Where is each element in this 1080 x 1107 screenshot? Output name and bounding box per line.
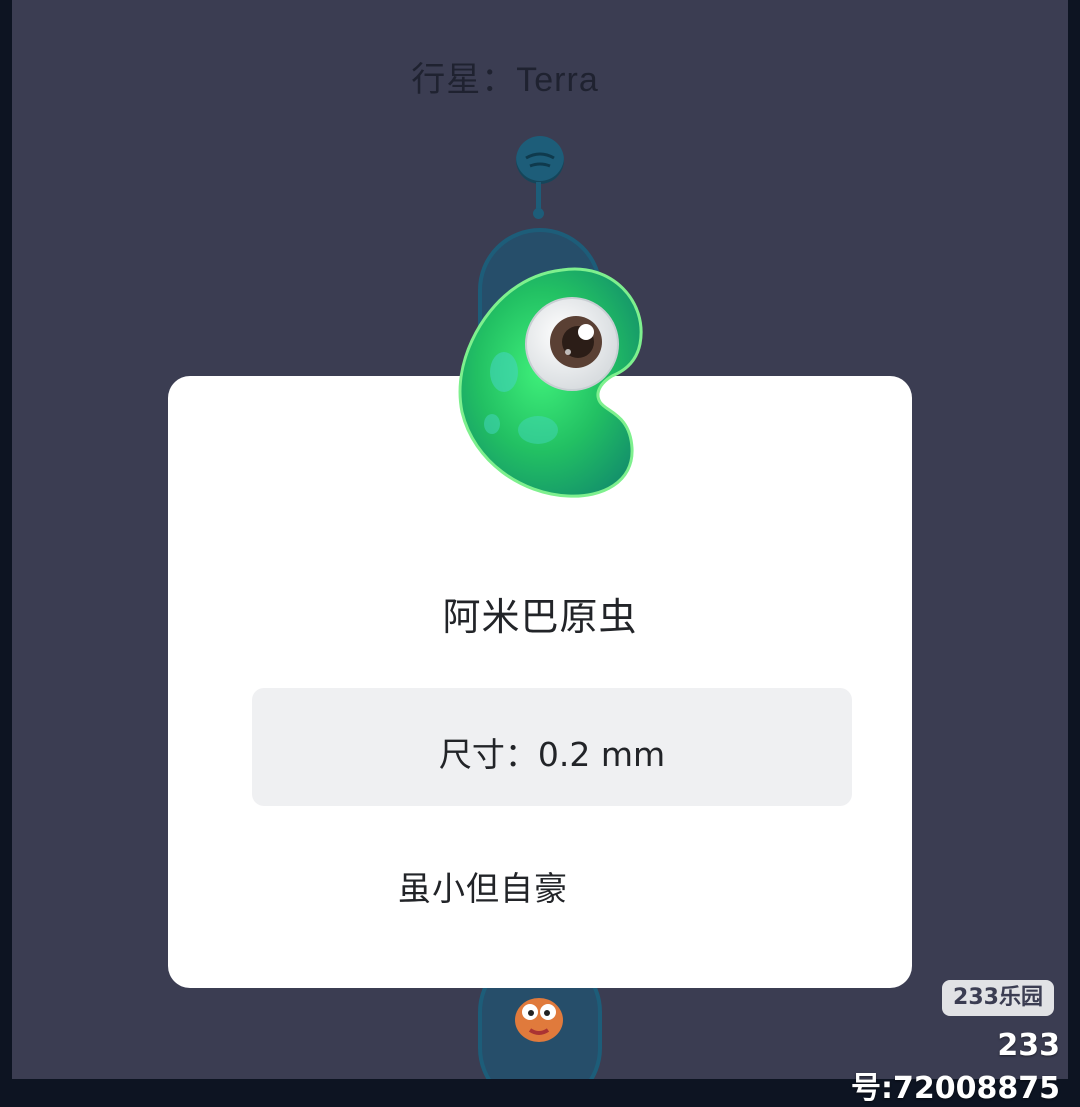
watermark-logo: 233乐园 [942,980,1054,1016]
size-info-box: 尺寸：0.2 mm [252,688,852,806]
size-label: 尺寸： [438,735,538,774]
node-connector-dot [533,208,544,219]
next-creature-icon [510,986,568,1046]
size-info: 尺寸：0.2 mm [252,728,852,776]
size-value: 0.2 mm [537,735,666,774]
creature-name: 阿米巴原虫 [442,595,638,639]
planet-title: 行星：Terra [12,52,1068,101]
amoeba-creature-icon [452,252,652,502]
planet-node-icon[interactable] [516,136,564,184]
creature-motto: 虽小但自豪 [398,869,568,908]
game-screen: 行星：Terra 阿米巴原虫 尺寸：0.2 mm 虽小但自豪 [12,0,1068,1079]
planet-name: Terra [516,61,599,99]
planet-label: 行星： [411,60,517,100]
watermark-id: 233号:72008875 [851,1028,1060,1106]
